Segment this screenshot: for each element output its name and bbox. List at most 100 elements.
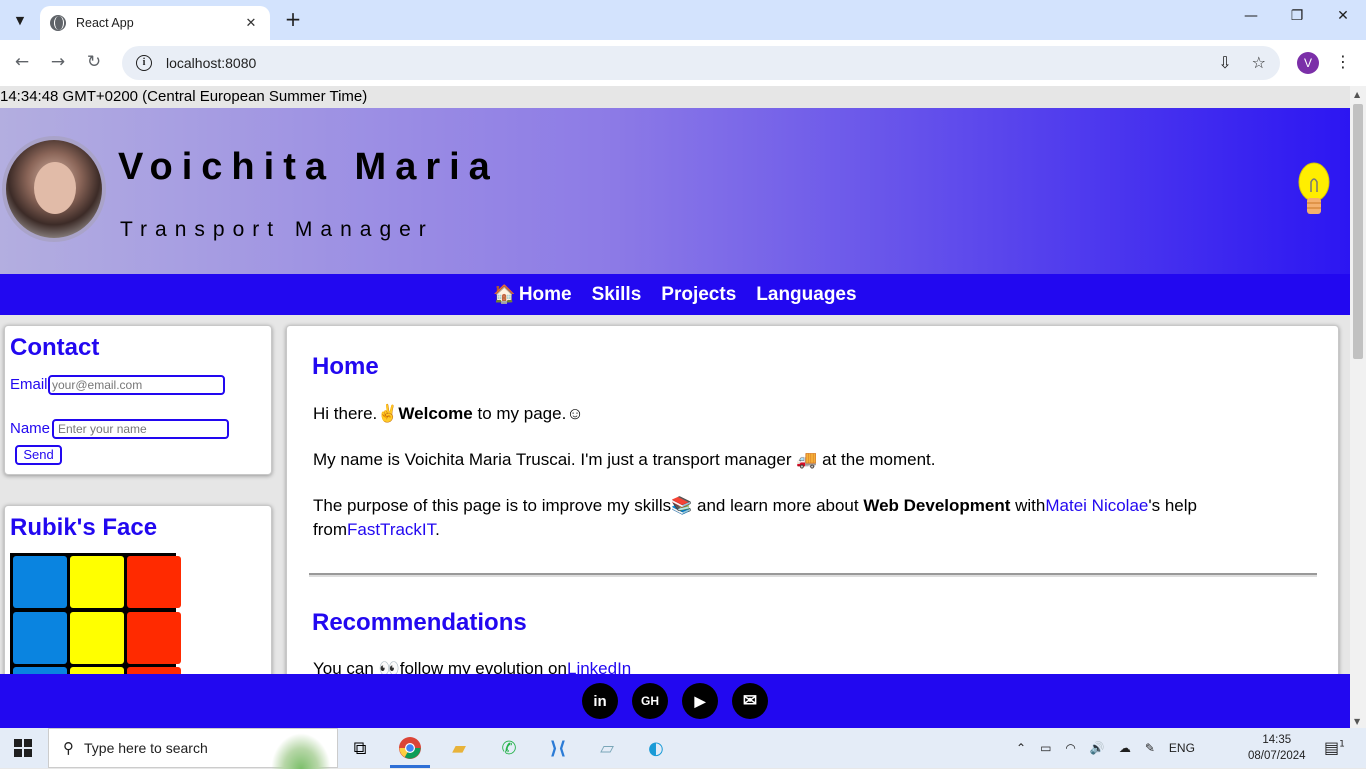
- rubik-title: Rubik's Face: [10, 514, 158, 541]
- purpose-bold: Web Development: [863, 496, 1011, 515]
- purpose-help: 's help: [1148, 496, 1197, 515]
- taskbar-search-placeholder: Type here to search: [84, 740, 208, 756]
- vscode-icon[interactable]: ⟩⟨: [544, 734, 572, 762]
- purpose-end: .: [435, 520, 440, 539]
- rubik-tile[interactable]: [70, 556, 124, 608]
- close-window-icon[interactable]: ✕: [1328, 8, 1358, 24]
- pen-icon[interactable]: ✎: [1145, 741, 1155, 755]
- site-info-icon[interactable]: i: [136, 55, 152, 71]
- header-role: Transport Manager: [120, 218, 434, 241]
- tray-chevron-up-icon[interactable]: ⌃: [1016, 741, 1026, 755]
- minimize-icon[interactable]: —: [1236, 8, 1266, 24]
- contact-card: Contact Email your@email.com Name Enter …: [4, 325, 272, 475]
- scroll-thumb[interactable]: [1353, 104, 1363, 359]
- welcome-text-post: to my page.: [472, 404, 567, 423]
- volume-icon[interactable]: 🔊: [1090, 741, 1105, 755]
- send-button[interactable]: Send: [15, 445, 62, 465]
- clock-time: 14:35: [1262, 734, 1292, 746]
- restore-icon[interactable]: ❐: [1282, 8, 1312, 24]
- victory-hand-icon: ✌: [377, 404, 399, 423]
- smiley-icon: ☺: [566, 404, 584, 423]
- email-icon[interactable]: ✉: [732, 683, 768, 719]
- search-highlight-image: [271, 733, 331, 769]
- globe-icon: [50, 15, 66, 31]
- email-label: Email: [10, 376, 48, 393]
- github-icon[interactable]: GH: [632, 683, 668, 719]
- edge-icon[interactable]: ◐: [642, 734, 670, 762]
- scroll-down-icon[interactable]: ▼: [1354, 717, 1360, 726]
- page-header: Voichita Maria Transport Manager: [0, 108, 1350, 274]
- tab-search-chevron-icon[interactable]: ▼: [8, 8, 32, 32]
- purpose-from: from: [313, 520, 347, 539]
- nav-languages[interactable]: Languages: [756, 284, 856, 306]
- rubik-tile[interactable]: [70, 611, 124, 664]
- battery-icon[interactable]: ▭: [1040, 741, 1051, 755]
- network-icon[interactable]: ◠: [1065, 741, 1075, 755]
- system-tray: ⌃ ▭ ◠ 🔊 ☁ ✎ ENG: [1016, 728, 1195, 768]
- url-text: localhost:8080: [166, 55, 257, 71]
- reload-icon[interactable]: ↻: [82, 52, 106, 72]
- language-indicator[interactable]: ENG: [1169, 741, 1195, 755]
- back-icon[interactable]: ←: [10, 52, 34, 72]
- intro-paragraph: My name is Voichita Maria Truscai. I'm j…: [313, 448, 936, 472]
- notification-count: 1: [1339, 739, 1345, 750]
- welcome-paragraph: Hi there.✌Welcome to my page.☺: [313, 402, 584, 426]
- notification-center-icon[interactable]: ▤1: [1324, 738, 1345, 757]
- welcome-text-pre: Hi there.: [313, 404, 378, 423]
- taskbar-search[interactable]: ⚲ Type here to search: [48, 728, 338, 769]
- section-divider: [309, 573, 1317, 577]
- windows-start-icon[interactable]: [14, 739, 32, 757]
- youtube-icon[interactable]: ▶: [682, 683, 718, 719]
- install-app-icon[interactable]: ⇩: [1218, 53, 1231, 72]
- recommendations-title: Recommendations: [312, 609, 527, 636]
- forward-icon[interactable]: →: [46, 52, 70, 72]
- chrome-icon[interactable]: [396, 734, 424, 762]
- scroll-up-icon[interactable]: ▲: [1354, 90, 1360, 99]
- clock-date: 08/07/2024: [1248, 750, 1306, 762]
- contact-title: Contact: [10, 334, 100, 361]
- rubik-tile[interactable]: [127, 556, 181, 608]
- nav-home[interactable]: 🏠 Home: [493, 284, 571, 306]
- nav-skills[interactable]: Skills: [592, 284, 642, 306]
- windows-taskbar: ⚲ Type here to search ⧉ ▰ ✆ ⟩⟨ ▱ ◐ ⌃ ▭ ◠…: [0, 728, 1366, 769]
- main-content-card: Home Hi there.✌Welcome to my page.☺ My n…: [286, 325, 1339, 725]
- browser-menu-icon[interactable]: ⋮: [1334, 52, 1352, 71]
- lightbulb-icon[interactable]: [1297, 162, 1331, 218]
- intro-text-post: at the moment.: [817, 450, 936, 469]
- browser-tab[interactable]: React App ✕: [40, 6, 270, 40]
- browser-toolbar: ← → ↻ i localhost:8080 ⇩ ☆ V ⋮: [0, 40, 1366, 86]
- task-view-icon[interactable]: ⧉: [346, 734, 374, 762]
- main-nav: 🏠 Home Skills Projects Languages: [0, 274, 1350, 315]
- house-icon: 🏠: [493, 284, 516, 304]
- whatsapp-icon[interactable]: ✆: [495, 734, 523, 762]
- tab-close-icon[interactable]: ✕: [242, 16, 260, 31]
- welcome-bold: Welcome: [398, 404, 473, 423]
- taskbar-clock[interactable]: 14:35 08/07/2024: [1248, 732, 1306, 764]
- new-tab-button[interactable]: +: [282, 8, 304, 30]
- purpose-with: with: [1010, 496, 1046, 515]
- notepad-icon[interactable]: ▱: [593, 734, 621, 762]
- onedrive-icon[interactable]: ☁: [1119, 741, 1131, 755]
- bookmark-star-icon[interactable]: ☆: [1252, 53, 1266, 72]
- purpose-text-mid: and learn more about: [692, 496, 864, 515]
- profile-avatar[interactable]: V: [1297, 52, 1319, 74]
- nav-projects[interactable]: Projects: [661, 284, 736, 306]
- name-label: Name: [10, 420, 51, 437]
- address-bar[interactable]: i localhost:8080 ⇩ ☆: [122, 46, 1280, 80]
- linkedin-icon[interactable]: in: [582, 683, 618, 719]
- truck-icon: 🚚: [796, 450, 818, 469]
- current-time-text: 14:34:48 GMT+0200 (Central European Summ…: [0, 88, 368, 105]
- tab-title: React App: [76, 16, 134, 30]
- browser-tab-bar: ▼ React App ✕ + — ❐ ✕: [0, 0, 1366, 40]
- fasttrackit-link[interactable]: FastTrackIT: [347, 520, 435, 539]
- email-field[interactable]: your@email.com: [48, 375, 225, 395]
- home-section-title: Home: [312, 353, 379, 380]
- page-footer: in GH ▶ ✉: [0, 674, 1350, 728]
- rubik-tile[interactable]: [13, 556, 67, 608]
- file-explorer-icon[interactable]: ▰: [445, 734, 473, 762]
- rubik-tile[interactable]: [13, 611, 67, 664]
- matei-nicolae-link[interactable]: Matei Nicolae: [1045, 496, 1148, 515]
- name-field[interactable]: Enter your name: [52, 419, 229, 439]
- page-scrollbar[interactable]: ▲ ▼: [1350, 86, 1366, 728]
- rubik-tile[interactable]: [127, 611, 181, 664]
